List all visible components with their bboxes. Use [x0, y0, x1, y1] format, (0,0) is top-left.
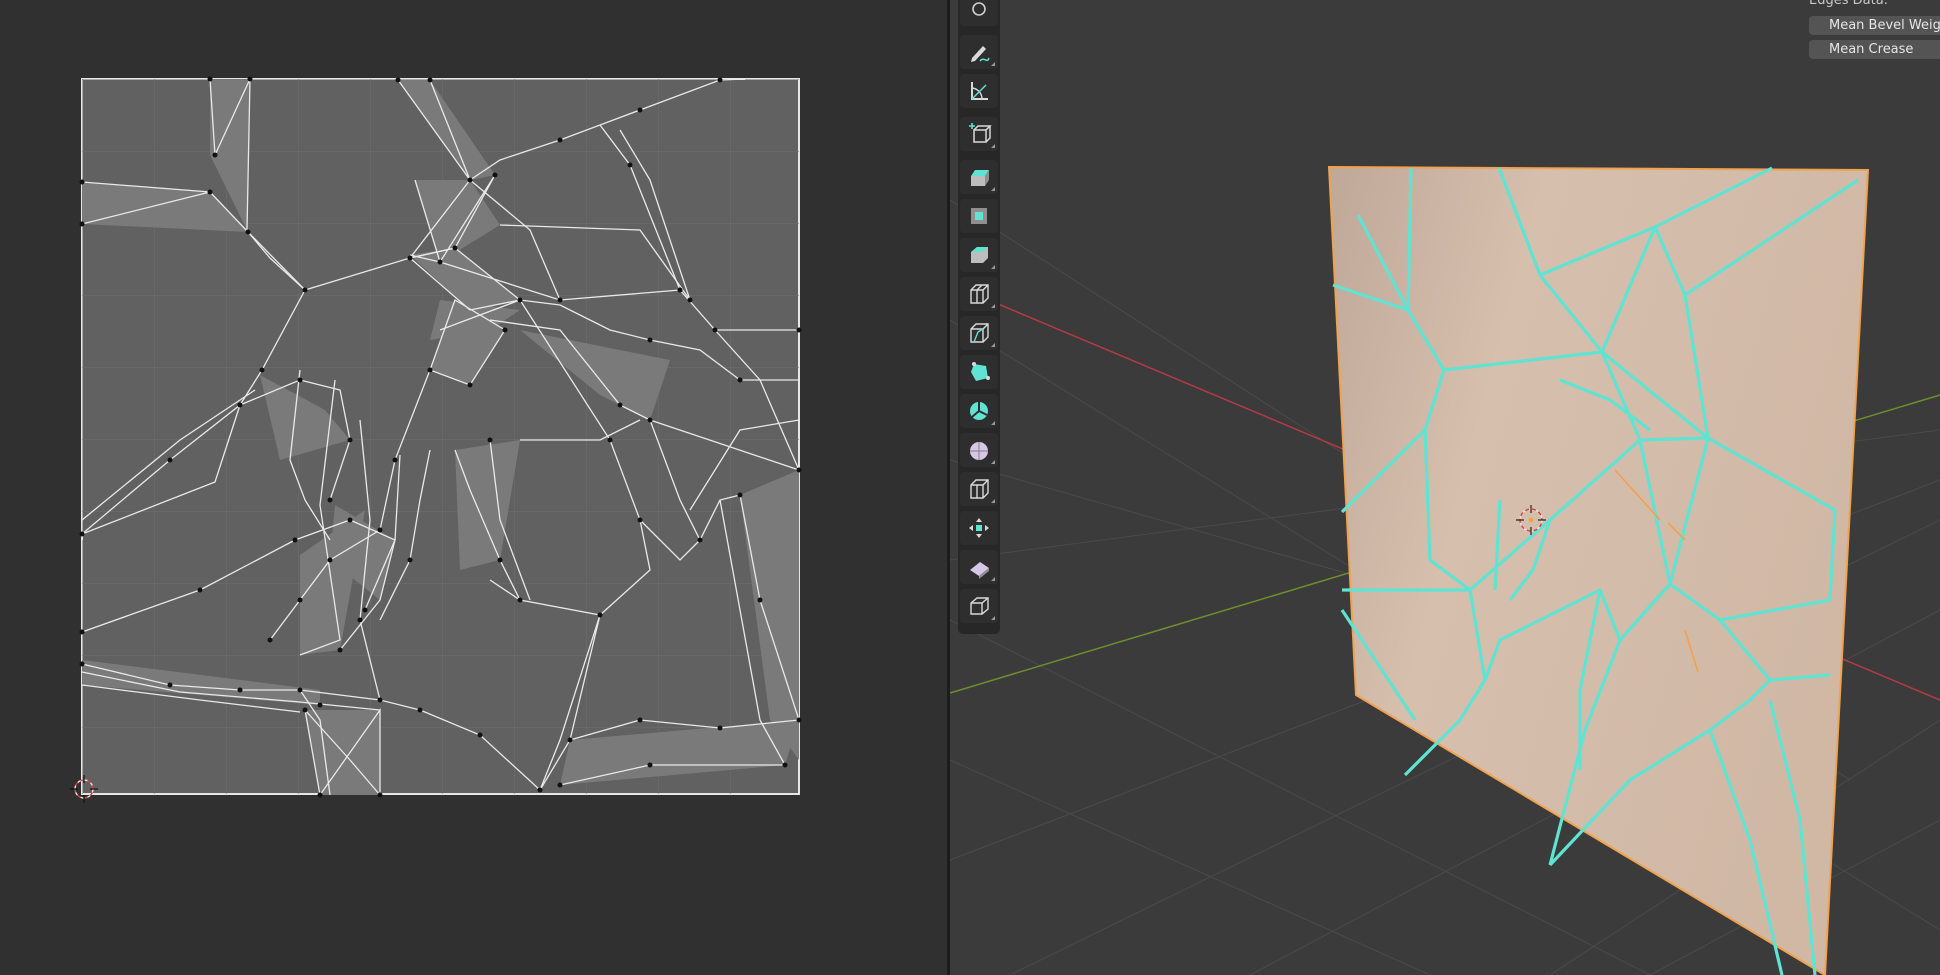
tool-rip-region[interactable]	[960, 589, 998, 623]
tool-knife[interactable]	[960, 316, 998, 350]
extrude-region-icon	[971, 170, 989, 186]
tool-shelf	[958, 0, 1000, 634]
edges-data-panel: Edges Data: Mean Bevel Weight Mean Creas…	[1805, 0, 1940, 64]
bevel-icon	[971, 247, 988, 263]
add-cube-icon	[969, 123, 992, 143]
viewport-canvas[interactable]	[950, 0, 1940, 975]
tool-poly-build[interactable]	[960, 355, 998, 389]
mean-bevel-weight-field[interactable]: Mean Bevel Weight	[1809, 16, 1940, 35]
tool-loop-cut[interactable]	[960, 277, 998, 311]
measure-icon	[971, 82, 988, 100]
viewport-3d[interactable]	[950, 0, 1940, 975]
edge-slide-icon	[970, 479, 989, 499]
shrink-fatten-icon	[969, 518, 989, 538]
loop-cut-icon	[970, 284, 989, 304]
poly-build-icon	[971, 362, 990, 381]
edges-data-title: Edges Data:	[1809, 0, 1889, 8]
tool-shear[interactable]	[960, 550, 998, 584]
tool-measure[interactable]	[960, 74, 998, 108]
tool-bevel[interactable]	[960, 238, 998, 272]
spin-icon	[970, 402, 988, 420]
cursor-tool-icon	[972, 2, 986, 16]
tool-edge-slide[interactable]	[960, 472, 998, 506]
tool-shrink-fatten[interactable]	[960, 511, 998, 545]
tool-spin[interactable]	[960, 394, 998, 428]
uv-editor[interactable]	[0, 0, 947, 975]
tool-smooth[interactable]	[960, 433, 998, 467]
inset-faces-icon	[971, 208, 987, 224]
shear-icon	[970, 562, 989, 579]
annotate-icon	[971, 46, 990, 62]
rip-region-icon	[970, 597, 989, 615]
tool-cursor[interactable]	[960, 0, 998, 26]
tool-add-cube[interactable]	[960, 117, 998, 151]
smooth-icon	[970, 442, 988, 460]
mean-crease-field[interactable]: Mean Crease	[1809, 40, 1940, 59]
tool-annotate[interactable]	[960, 35, 998, 69]
tool-extrude-region[interactable]	[960, 160, 998, 194]
knife-icon	[970, 323, 989, 343]
tool-inset-faces[interactable]	[960, 199, 998, 233]
uv-canvas[interactable]	[0, 0, 947, 975]
